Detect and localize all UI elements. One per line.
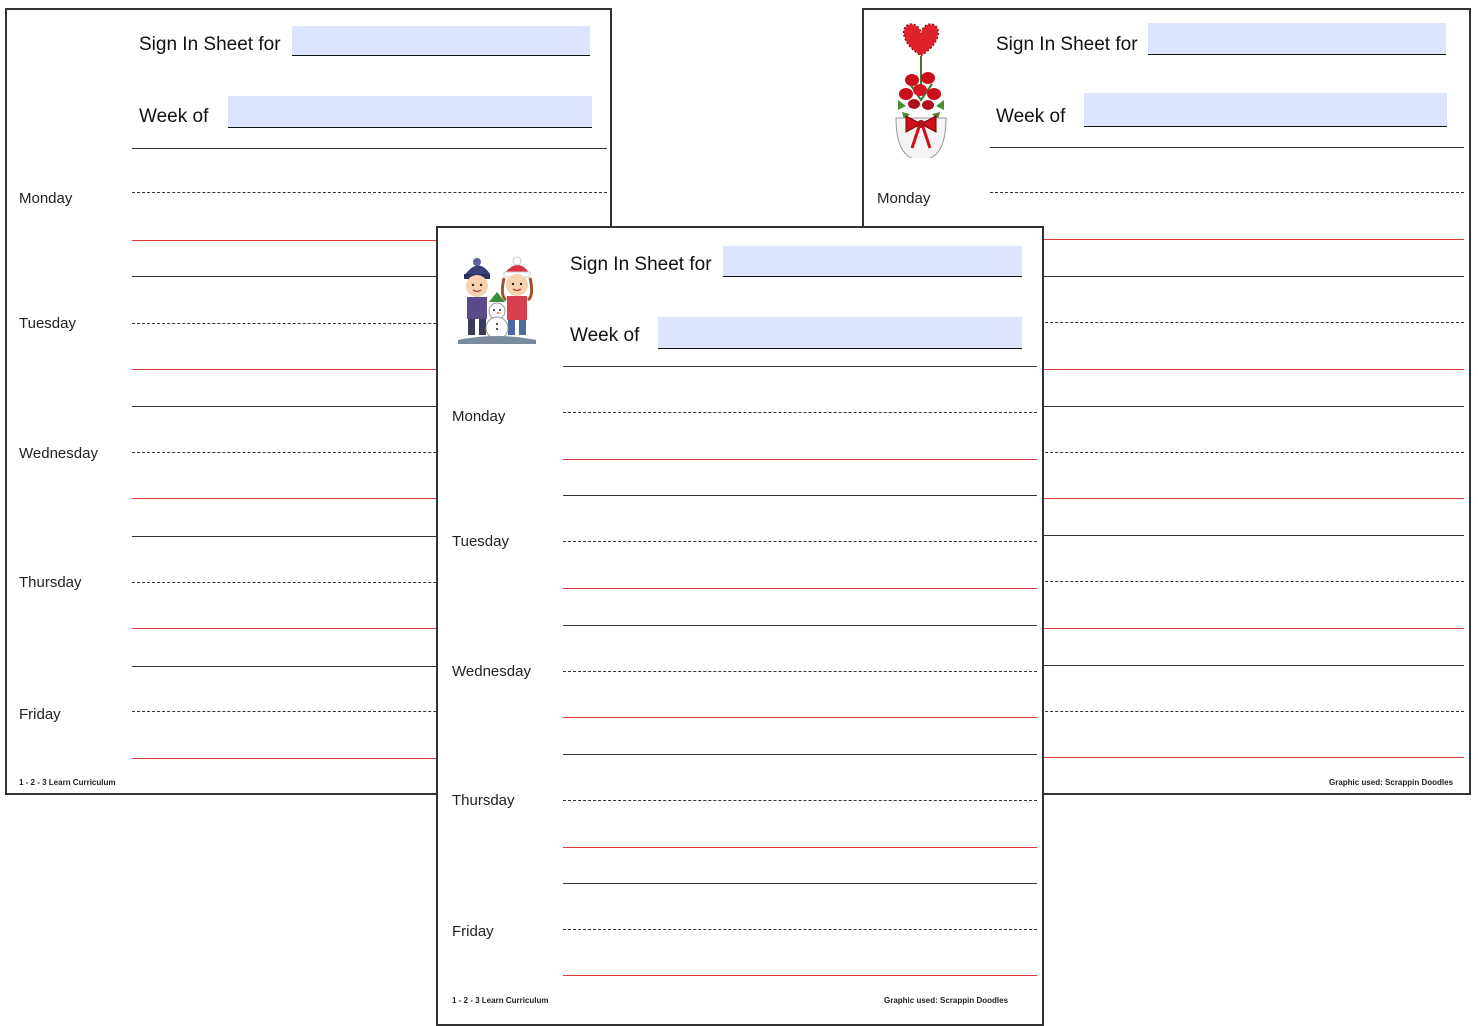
sign-in-field[interactable] [1148,23,1446,55]
day-label-monday: Monday [452,408,506,425]
day-label-tuesday: Tuesday [19,315,76,332]
week-of-label: Week of [996,106,1066,127]
red-line [563,717,1037,718]
dash-line [563,800,1037,801]
week-of-label: Week of [570,325,640,346]
red-line [990,369,1464,370]
sign-in-field[interactable] [292,26,590,56]
red-line [563,588,1037,589]
dash-line [990,322,1464,323]
sign-in-label: Sign In Sheet for [570,254,712,275]
solid-line [563,754,1037,755]
day-label-monday: Monday [877,190,931,207]
day-label-wednesday: Wednesday [19,445,98,462]
dash-line [132,192,607,193]
day-label-thursday: Thursday [19,574,82,591]
red-line [563,847,1037,848]
day-label-friday: Friday [19,706,61,723]
header-rule [132,148,607,149]
day-label-monday: Monday [19,190,73,207]
red-line [990,757,1464,758]
sign-in-label: Sign In Sheet for [996,34,1138,55]
header-rule [563,366,1037,367]
solid-line [990,535,1464,536]
footer-credit-left: 1 - 2 - 3 Learn Curriculum [19,778,116,787]
red-line [990,628,1464,629]
red-line [563,459,1037,460]
dash-line [990,452,1464,453]
dash-line [563,671,1037,672]
sheet-front: Sign In Sheet for Week of Monday Tuesday… [436,226,1044,1026]
footer-credit-left: 1 - 2 - 3 Learn Curriculum [452,996,549,1005]
header-rule [990,147,1464,148]
week-of-label: Week of [139,106,209,127]
heart-roses-vase-icon [888,20,954,161]
sign-in-label: Sign In Sheet for [139,34,281,55]
sign-in-field[interactable] [723,246,1022,277]
dash-line [563,541,1037,542]
day-label-tuesday: Tuesday [452,533,509,550]
footer-credit-right: Graphic used: Scrappin Doodles [1329,778,1454,787]
solid-line [563,883,1037,884]
red-line [990,498,1464,499]
dash-line [563,412,1037,413]
week-of-field[interactable] [228,96,592,128]
day-label-friday: Friday [452,923,494,940]
solid-line [990,406,1464,407]
solid-line [990,665,1464,666]
red-line [990,239,1464,240]
solid-line [563,495,1037,496]
solid-line [563,625,1037,626]
solid-line [990,276,1464,277]
dash-line [990,192,1464,193]
footer-credit-right: Graphic used: Scrappin Doodles [884,996,1009,1005]
dash-line [990,711,1464,712]
dash-line [990,581,1464,582]
day-label-thursday: Thursday [452,792,515,809]
winter-kids-snowman-icon [456,256,538,344]
day-label-wednesday: Wednesday [452,663,531,680]
dash-line [563,929,1037,930]
week-of-field[interactable] [1084,93,1447,127]
week-of-field[interactable] [658,317,1022,349]
red-line [563,975,1037,976]
